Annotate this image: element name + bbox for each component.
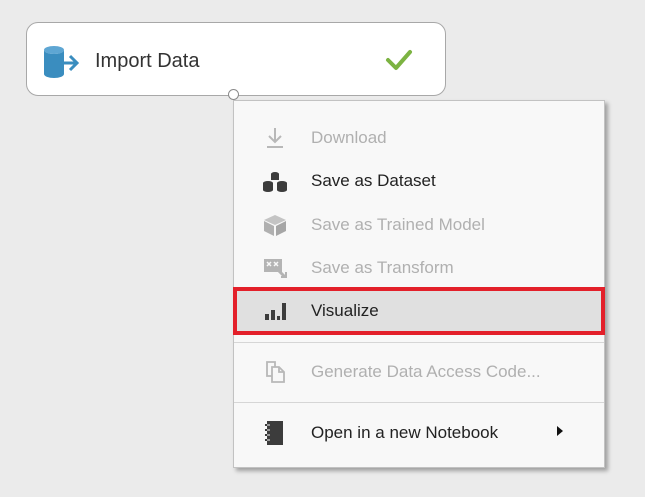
menu-item-label: Save as Dataset [311,171,436,190]
menu-item-label: Save as Transform [311,258,454,277]
import-data-module[interactable]: Import Data [26,22,446,96]
menu-item-label: Open in a new Notebook [311,423,499,442]
menu-item-save-as-trained-model[interactable]: Save as Trained Model [234,203,604,247]
menu-item-generate-data-access-code[interactable]: Generate Data Access Code... [234,350,604,394]
menu-separator [234,342,604,343]
menu-separator [234,402,604,403]
database-import-icon [44,46,80,78]
menu-item-label: Visualize [311,301,379,320]
submenu-arrow-icon [557,426,563,436]
menu-item-save-as-transform[interactable]: Save as Transform [234,246,604,290]
module-title: Import Data [95,50,200,72]
notebook-icon [265,421,283,445]
context-menu: Download Save as Dataset Save as Trained… [233,100,605,468]
document-copy-icon [266,361,285,383]
download-icon [267,128,283,148]
dataset-icon [263,172,287,192]
bar-chart-icon [265,303,286,320]
menu-item-label: Generate Data Access Code... [311,362,541,381]
menu-item-open-in-new-notebook[interactable]: Open in a new Notebook [234,411,604,455]
menu-item-label: Download [311,128,387,147]
menu-item-download[interactable]: Download [234,116,604,160]
menu-item-visualize[interactable]: Visualize [234,289,604,333]
cube-icon [264,215,286,236]
output-port[interactable] [228,89,239,100]
menu-item-label: Save as Trained Model [311,215,485,234]
transform-icon [264,259,287,279]
checkmark-icon [386,50,412,70]
menu-item-save-as-dataset[interactable]: Save as Dataset [234,159,604,203]
